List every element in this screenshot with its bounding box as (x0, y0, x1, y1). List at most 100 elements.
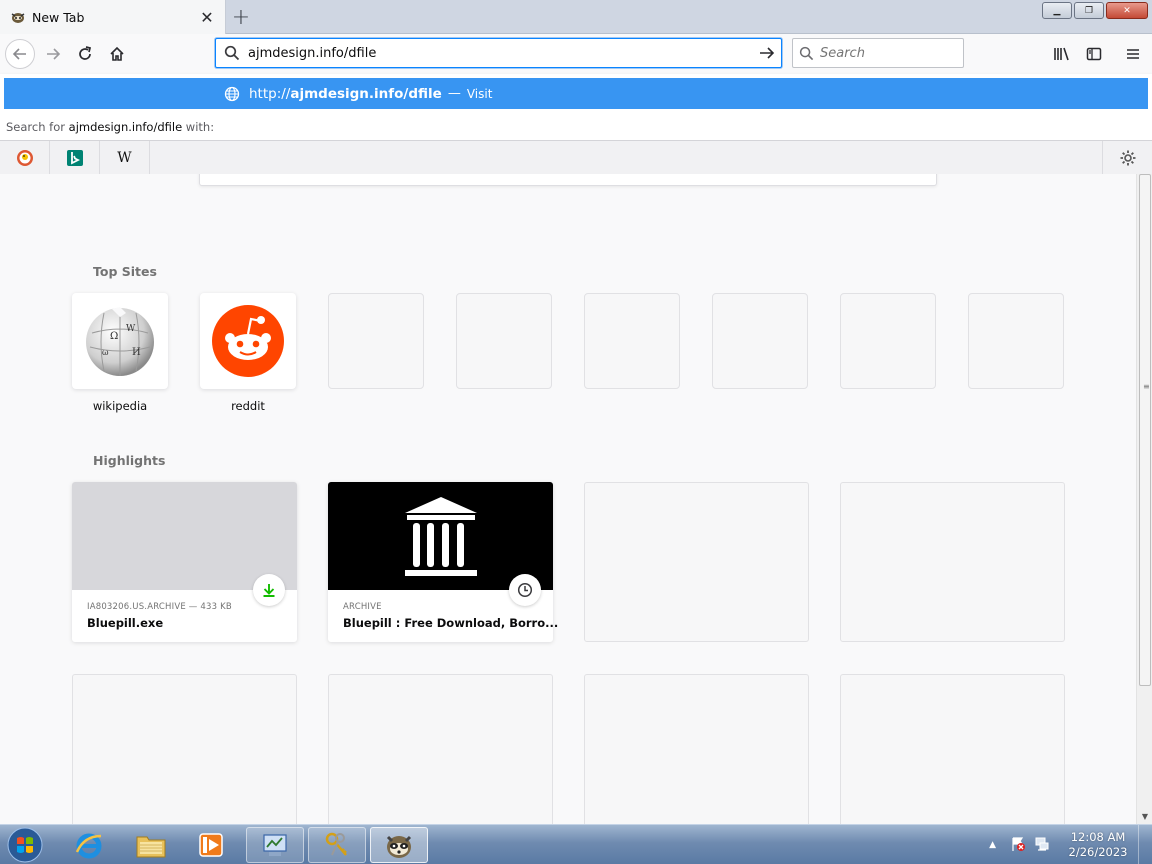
restore-button[interactable]: ❐ (1074, 2, 1104, 19)
top-site-placeholder (712, 293, 808, 389)
show-desktop-button[interactable] (1138, 825, 1152, 864)
suggestion-url-prefix: http:// (249, 85, 291, 102)
taskbar-internet-explorer[interactable] (60, 827, 118, 863)
action-center-flag-icon[interactable] (1010, 836, 1026, 855)
top-site-placeholder (968, 293, 1064, 389)
windows-start-orb-icon (7, 827, 43, 863)
tab-close-icon[interactable]: ✕ (195, 5, 219, 29)
control-panel-icon (263, 834, 287, 856)
menu-button[interactable] (1121, 42, 1145, 66)
card-title: Bluepill.exe (87, 616, 164, 630)
duckduckgo-icon (16, 149, 33, 166)
suggestion-action: Visit (466, 86, 493, 101)
keys-icon (325, 832, 347, 856)
taskbar-media-player[interactable] (182, 827, 240, 863)
top-site-tile[interactable] (200, 293, 296, 389)
system-tray: ▲ 12:08 AM 2/26/2023 (989, 825, 1152, 864)
go-arrow-icon (760, 47, 775, 59)
gear-icon (1120, 150, 1135, 166)
url-autocomplete-popup: http://ajmdesign.info/dfile — Visit Sear… (0, 74, 1152, 175)
raccoon-browser-icon (386, 835, 412, 858)
highlight-card-bluepill-exe[interactable]: IA803206.US.ARCHIVE — 433 KB Bluepill.ex… (72, 482, 297, 642)
taskbar-clock[interactable]: 12:08 AM 2/26/2023 (1058, 830, 1138, 860)
url-input[interactable]: ajmdesign.info/dfile (248, 46, 753, 61)
top-site-label: reddit (231, 399, 265, 413)
search-with-label: Search for ajmdesign.info/dfile with: (6, 120, 214, 134)
wikipedia-icon: W (117, 149, 132, 166)
reddit-icon (212, 305, 284, 377)
search-settings-button[interactable] (1102, 141, 1152, 175)
search-icon (799, 46, 814, 60)
new-tab-button[interactable]: + (228, 4, 254, 30)
internet-explorer-icon (75, 833, 102, 859)
scrollbar-thumb[interactable]: ≡ (1139, 174, 1151, 686)
minimize-button[interactable]: ▁ (1042, 2, 1072, 19)
tab-new-tab[interactable]: New Tab ✕ (0, 0, 226, 34)
svg-text:Ω: Ω (110, 331, 118, 342)
clock-icon (517, 582, 533, 598)
history-badge (509, 574, 541, 606)
suggestion-url-host: ajmdesign.info/dfile (290, 85, 442, 102)
taskbar-file-explorer[interactable] (122, 827, 180, 863)
network-icon[interactable] (1034, 836, 1050, 855)
highlight-placeholder (584, 674, 809, 824)
top-site-placeholder (456, 293, 552, 389)
folder-icon (136, 836, 166, 858)
top-site-reddit[interactable]: reddit (200, 293, 296, 413)
highlight-card-archive[interactable]: ARCHIVE Bluepill : Free Download, Borro.… (328, 482, 558, 642)
engine-duckduckgo-button[interactable] (0, 140, 50, 175)
reload-button[interactable] (70, 39, 100, 69)
search-for-suffix: with: (182, 120, 215, 134)
media-player-icon (199, 833, 223, 857)
one-off-search-engines: W (0, 140, 1152, 175)
taskbar-credentials-tool[interactable] (308, 827, 366, 863)
new-tab-page: Top Sites Ω W И ω wikipedia reddit Highl… (0, 174, 1136, 824)
library-icon (1054, 47, 1069, 61)
library-button[interactable] (1050, 42, 1074, 66)
reload-icon (79, 46, 92, 60)
empty-tile (712, 293, 808, 389)
search-for-prefix: Search for (6, 120, 69, 134)
navigation-toolbar: ajmdesign.info/dfile (0, 34, 1152, 74)
archive-building-icon (404, 497, 477, 576)
top-site-placeholder (840, 293, 936, 389)
engine-bing-button[interactable] (50, 140, 100, 175)
vertical-scrollbar[interactable]: ≡ ▼ (1136, 174, 1152, 824)
highlight-placeholder (328, 674, 553, 824)
scroll-down-arrow-icon[interactable]: ▼ (1140, 812, 1150, 822)
empty-tile (968, 293, 1064, 389)
taskbar-control-panel[interactable] (246, 827, 304, 863)
tab-title: New Tab (32, 9, 85, 25)
top-site-placeholder (584, 293, 680, 389)
url-bar[interactable]: ajmdesign.info/dfile (215, 38, 782, 68)
empty-tile (840, 293, 936, 389)
top-site-wikipedia[interactable]: Ω W И ω wikipedia (72, 293, 168, 413)
start-button[interactable] (4, 826, 46, 864)
taskbar-browser[interactable] (370, 827, 428, 863)
top-site-tile[interactable]: Ω W И ω (72, 293, 168, 389)
suggestion-url: http://ajmdesign.info/dfile (249, 86, 442, 102)
home-button[interactable] (102, 39, 132, 69)
tray-expand-icon[interactable]: ▲ (989, 840, 996, 850)
top-site-label: wikipedia (92, 399, 148, 413)
engine-wikipedia-button[interactable]: W (100, 140, 150, 175)
highlight-placeholder (584, 482, 809, 642)
search-for-query: ajmdesign.info/dfile (68, 120, 183, 134)
empty-tile (584, 293, 680, 389)
clock-date: 2/26/2023 (1068, 845, 1128, 859)
svg-text:ω: ω (102, 348, 109, 357)
empty-tile (456, 293, 552, 389)
visit-suggestion[interactable]: http://ajmdesign.info/dfile — Visit (4, 78, 1148, 109)
scrollbar-grip-icon: ≡ (1143, 382, 1150, 391)
empty-tile (328, 293, 424, 389)
sidebar-toggle-button[interactable] (1082, 42, 1106, 66)
search-input[interactable] (820, 45, 950, 61)
close-window-button[interactable]: ✕ (1106, 2, 1148, 19)
forward-button[interactable] (38, 39, 68, 69)
suggestion-dash: — (447, 86, 461, 101)
page-search-box[interactable] (199, 174, 937, 186)
globe-icon (223, 85, 241, 103)
search-bar[interactable] (792, 38, 964, 68)
go-arrow-button[interactable] (753, 39, 781, 67)
back-button[interactable] (5, 39, 35, 69)
